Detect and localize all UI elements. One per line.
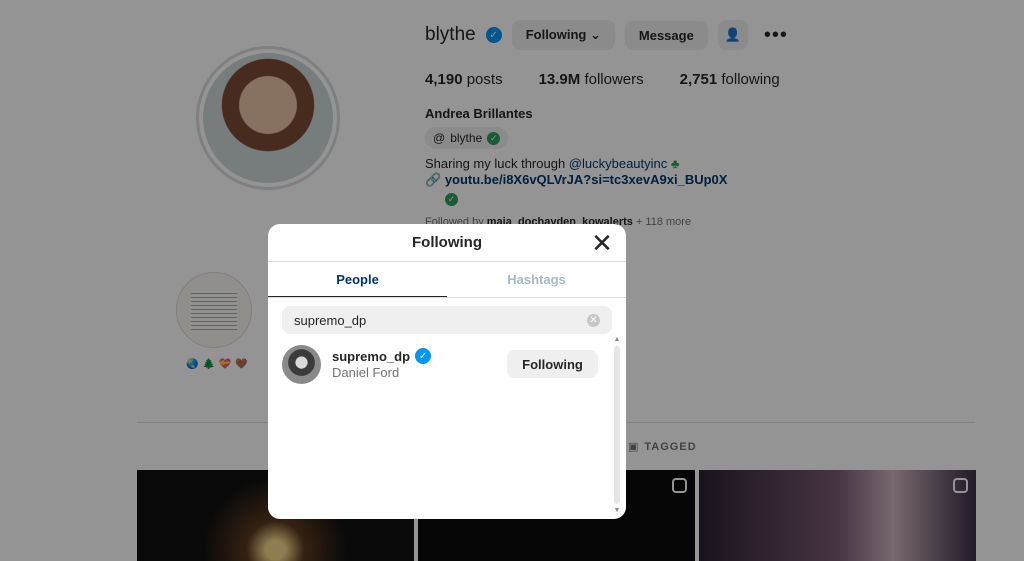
scroll-track[interactable] bbox=[614, 346, 620, 504]
scroll-down-icon[interactable]: ▼ bbox=[612, 507, 622, 514]
scrollbar[interactable]: ▲ ▼ bbox=[612, 336, 622, 514]
search-input[interactable] bbox=[294, 312, 600, 328]
list-item[interactable]: supremo_dp ✓ Daniel Ford Following bbox=[282, 343, 600, 385]
dialog-title: Following bbox=[412, 234, 482, 251]
scroll-up-icon[interactable]: ▲ bbox=[612, 336, 622, 343]
following-list: supremo_dp ✓ Daniel Ford Following ▲ ▼ bbox=[268, 334, 626, 516]
tab-hashtags[interactable]: Hashtags bbox=[447, 262, 626, 297]
following-dialog: Following ✕ People Hashtags ✕ supremo_dp… bbox=[268, 224, 626, 519]
dialog-tabs: People Hashtags bbox=[268, 262, 626, 298]
search-box: ✕ bbox=[282, 306, 612, 334]
clear-search-icon[interactable]: ✕ bbox=[587, 314, 600, 327]
user-full-name: Daniel Ford bbox=[332, 365, 400, 380]
verified-badge-icon: ✓ bbox=[415, 348, 432, 364]
close-icon[interactable]: ✕ bbox=[591, 230, 613, 256]
user-handle[interactable]: supremo_dp bbox=[332, 349, 410, 364]
user-handle-row: supremo_dp ✓ bbox=[332, 348, 432, 364]
dialog-header: Following ✕ bbox=[268, 224, 626, 262]
avatar[interactable] bbox=[282, 344, 321, 384]
tab-people[interactable]: People bbox=[268, 262, 447, 297]
user-info: supremo_dp ✓ Daniel Ford bbox=[332, 348, 432, 380]
following-button[interactable]: Following bbox=[507, 350, 598, 378]
